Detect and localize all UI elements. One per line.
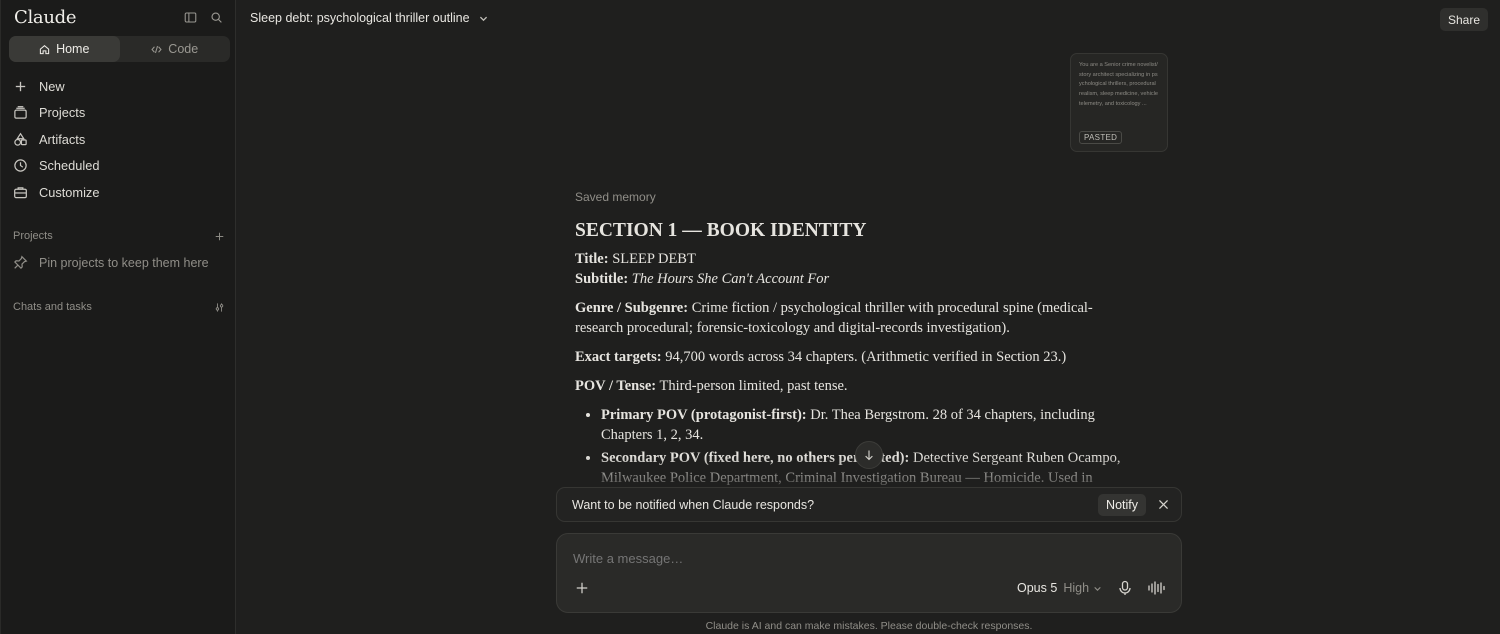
sidebar-item-label: Customize	[39, 184, 100, 200]
conversation-title-text: Sleep debt: psychological thriller outli…	[250, 11, 470, 25]
sidebar-item-label: Projects	[39, 105, 86, 121]
subtitle-value: The Hours She Can't Account For	[631, 271, 830, 287]
pov-line: POV / Tense: Third-person limited, past …	[575, 376, 1135, 396]
voice-mode-icon[interactable]	[1147, 580, 1165, 596]
message-input[interactable]	[573, 551, 1133, 566]
projects-heading: Projects	[13, 230, 53, 242]
mode-code-button[interactable]: Code	[120, 36, 231, 62]
subtitle-line: Subtitle: The Hours She Can't Account Fo…	[575, 269, 1135, 289]
projects-section-header: Projects	[13, 230, 225, 242]
chats-section-header: Chats and tasks	[13, 301, 225, 313]
notify-text: Want to be notified when Claude responds…	[572, 497, 815, 512]
pin-projects-hint: Pin projects to keep them here	[13, 255, 209, 270]
filter-icon[interactable]	[214, 302, 225, 313]
sidebar-item-artifacts[interactable]: Artifacts	[13, 126, 227, 153]
projects-icon	[14, 106, 27, 119]
sidebar-toggle-icon[interactable]	[183, 10, 197, 24]
model-selector[interactable]: Opus 5 High	[1017, 581, 1102, 595]
sidebar-item-projects[interactable]: Projects	[13, 100, 227, 127]
subtitle-label: Subtitle:	[575, 271, 629, 287]
pin-hint-text: Pin projects to keep them here	[39, 255, 209, 270]
title-value: SLEEP DEBT	[612, 251, 696, 267]
pov-value: Third-person limited, past tense.	[659, 378, 848, 394]
bullet-label: Primary POV (protagonist-first):	[601, 407, 807, 423]
notify-banner: Want to be notified when Claude responds…	[556, 487, 1182, 522]
assistant-message: Saved memory SECTION 1 — BOOK IDENTITY T…	[575, 190, 1135, 491]
sidebar-item-label: Artifacts	[39, 131, 86, 147]
sidebar-nav: New Projects Artifacts Scheduled Customi…	[13, 73, 227, 206]
chats-heading: Chats and tasks	[13, 301, 92, 313]
targets-line: Exact targets: 94,700 words across 34 ch…	[575, 347, 1135, 367]
section-heading: SECTION 1 — BOOK IDENTITY	[575, 220, 867, 241]
pasted-tag: PASTED	[1079, 131, 1123, 144]
targets-value: 94,700 words across 34 chapters. (Arithm…	[665, 349, 1067, 365]
sidebar-item-label: New	[39, 78, 65, 94]
share-button[interactable]: Share	[1439, 8, 1488, 31]
add-attachment-icon[interactable]	[575, 581, 589, 595]
sidebar-item-label: Scheduled	[39, 158, 100, 174]
disclaimer: Claude is AI and can make mistakes. Plea…	[705, 620, 1033, 632]
genre-line: Genre / Subgenre: Crime fiction / psycho…	[575, 298, 1135, 338]
sidebar-item-scheduled[interactable]: Scheduled	[13, 153, 227, 180]
code-icon	[151, 45, 162, 53]
chevron-down-icon	[1094, 586, 1101, 591]
title-label: Title:	[575, 251, 609, 267]
plus-icon	[15, 81, 26, 91]
add-project-icon[interactable]	[214, 231, 225, 242]
notify-button[interactable]: Notify	[1098, 494, 1146, 516]
sidebar: Claude Home Code New Projects Artifacts	[0, 0, 236, 634]
briefcase-icon	[14, 186, 27, 199]
pin-icon	[14, 255, 28, 269]
pasted-preview-text: You are a Senior crime novelist/story ar…	[1079, 62, 1158, 107]
microphone-icon[interactable]	[1117, 580, 1133, 596]
mode-toggle: Home Code	[9, 36, 230, 62]
mode-code-label: Code	[168, 42, 199, 56]
chevron-down-icon	[479, 16, 487, 21]
mode-home-button[interactable]: Home	[9, 36, 120, 62]
scroll-to-bottom-button[interactable]	[855, 441, 883, 469]
sidebar-item-new[interactable]: New	[13, 73, 227, 100]
arrow-down-icon	[865, 450, 873, 461]
brand-logo[interactable]: Claude	[14, 7, 77, 28]
close-icon[interactable]	[1157, 498, 1170, 511]
genre-label: Genre / Subgenre:	[575, 300, 689, 316]
pov-bullets: Primary POV (protagonist-first): Dr. The…	[575, 405, 1135, 488]
search-icon[interactable]	[209, 10, 223, 24]
sidebar-item-customize[interactable]: Customize	[13, 179, 227, 206]
mode-home-label: Home	[56, 42, 90, 56]
message-composer: Opus 5 High	[556, 533, 1182, 613]
targets-label: Exact targets:	[575, 349, 662, 365]
saved-memory-label[interactable]: Saved memory	[575, 190, 1135, 204]
artifacts-icon	[14, 132, 27, 146]
title-line: Title: SLEEP DEBT	[575, 249, 1135, 269]
model-name: Opus 5	[1017, 581, 1058, 595]
list-item: Primary POV (protagonist-first): Dr. The…	[601, 405, 1135, 445]
pasted-attachment-card[interactable]: You are a Senior crime novelist/story ar…	[1070, 53, 1168, 152]
effort-level: High	[1063, 581, 1090, 595]
clock-icon	[14, 159, 27, 172]
pov-label: POV / Tense:	[575, 378, 657, 394]
home-icon	[39, 44, 50, 54]
conversation-title[interactable]: Sleep debt: psychological thriller outli…	[250, 11, 489, 25]
